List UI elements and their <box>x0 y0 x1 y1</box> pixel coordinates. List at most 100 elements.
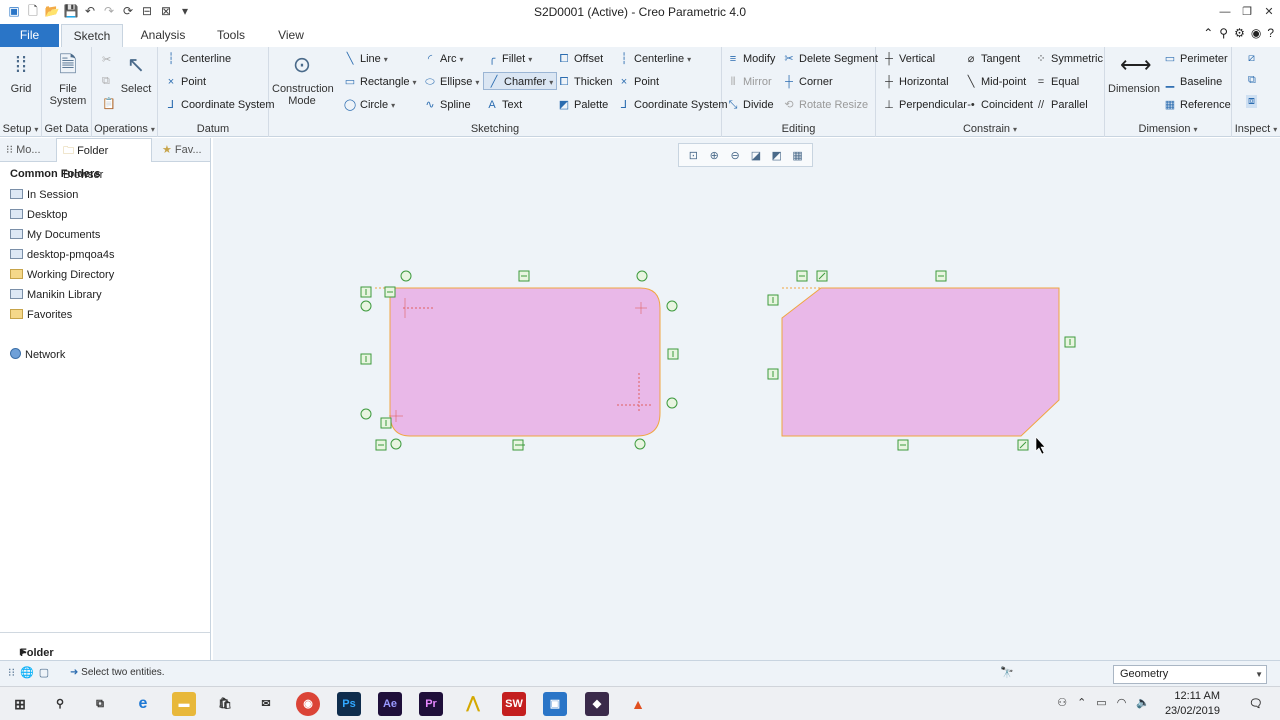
midpoint-constraint-button[interactable]: ╲ Mid-point <box>964 73 1027 91</box>
notifications-icon[interactable]: 🗨 <box>1244 692 1268 716</box>
edge-icon[interactable]: e <box>131 692 155 716</box>
tab-model-tree[interactable]: ⁝⁝ Mo... <box>6 138 52 162</box>
file-explorer-icon[interactable]: ▬ <box>172 692 196 716</box>
find-icon[interactable]: 🔭 <box>1000 666 1014 679</box>
tab-favorites[interactable]: ★ Fav... <box>158 138 208 162</box>
spline-button[interactable]: ∿ Spline <box>423 96 470 114</box>
tab-file[interactable]: File <box>0 24 59 47</box>
list-item-desktop[interactable]: Desktop <box>10 205 206 225</box>
sketch-point-button[interactable]: × Point <box>617 73 659 91</box>
restore-button[interactable]: ❐ <box>1236 0 1258 24</box>
mirror-button[interactable]: ⫴ Mirror <box>726 73 772 91</box>
line-button[interactable]: ╲ Line ▾ <box>343 50 388 68</box>
close-button[interactable]: ✕ <box>1258 0 1280 24</box>
premiere-icon[interactable]: Pr <box>419 692 443 716</box>
help-icon[interactable]: ? <box>1267 26 1274 40</box>
ellipse-button[interactable]: ⬭ Ellipse ▾ <box>423 73 479 91</box>
community-icon[interactable]: ◉ <box>1251 26 1261 40</box>
selection-filter-select[interactable]: Geometry ▼ <box>1113 665 1267 684</box>
folder-tree-toggle[interactable]: ▶ Folder Tree <box>0 632 210 671</box>
divide-button[interactable]: ⤡ Divide <box>726 96 774 114</box>
vertical-constraint-button[interactable]: ┼ Vertical <box>882 50 935 68</box>
minimize-button[interactable]: — <box>1214 0 1236 24</box>
grid-button[interactable]: ⁞⁞ Grid <box>4 51 38 95</box>
tab-sketch[interactable]: Sketch <box>61 24 123 47</box>
volume-icon[interactable]: 🔈 <box>1136 696 1150 709</box>
copy-icon[interactable]: ⧉ <box>102 75 110 88</box>
palette-button[interactable]: ◩ Palette <box>557 96 608 114</box>
list-item-favorites[interactable]: Favorites <box>10 305 206 325</box>
equal-constraint-button[interactable]: = Equal <box>1034 73 1079 91</box>
delete-segment-button[interactable]: ✂ Delete Segment <box>782 50 878 68</box>
tab-view[interactable]: View <box>266 24 316 47</box>
list-item-network[interactable]: Network <box>10 345 206 365</box>
toggle-navigator-icon[interactable]: ⁝⁝ <box>8 666 15 679</box>
text-button[interactable]: A Text <box>485 96 522 114</box>
parallel-constraint-button[interactable]: //Parallel <box>1034 96 1088 114</box>
dimension-button[interactable]: ⟷ Dimension <box>1107 51 1161 95</box>
graphics-area[interactable]: ⊡ ⊕ ⊖ ◪ ◩ ▦ <box>213 138 1280 660</box>
network-tray-icon[interactable]: ▭ <box>1096 696 1106 709</box>
fillet-button[interactable]: ╭ Fillet ▾ <box>485 50 533 68</box>
operations-label[interactable]: Operations ▾ <box>92 123 157 135</box>
list-item-in-session[interactable]: In Session <box>10 185 206 205</box>
modify-button[interactable]: ≡ Modify <box>726 50 776 68</box>
datum-point-button[interactable]: × Point <box>164 73 206 91</box>
matlab-icon[interactable]: ▲ <box>626 692 650 716</box>
start-icon[interactable]: ⊞ <box>8 692 32 716</box>
rotate-resize-button[interactable]: ⟲ Rotate Resize <box>782 96 868 114</box>
sketch-coordinate-system-button[interactable]: ⅃ Coordinate System <box>617 96 728 114</box>
file-system-button[interactable]: 🗎 File System <box>46 51 90 107</box>
corner-button[interactable]: ┼ Corner <box>782 73 833 91</box>
paste-icon[interactable]: 📋 <box>102 97 116 110</box>
list-item-my-documents[interactable]: My Documents <box>10 225 206 245</box>
list-item-computer[interactable]: desktop-pmqoa4s <box>10 245 206 265</box>
store-icon[interactable]: 🛍 <box>213 692 237 716</box>
coincident-constraint-button[interactable]: -• Coincident <box>964 96 1033 114</box>
perimeter-button[interactable]: ▭ Perimeter <box>1163 50 1228 68</box>
settings-icon[interactable]: ⚙ <box>1234 26 1245 40</box>
sketch-canvas[interactable] <box>213 138 1280 660</box>
tab-analysis[interactable]: Analysis <box>130 24 196 47</box>
wifi-icon[interactable]: ◠ <box>1117 696 1127 709</box>
search-icon[interactable]: ⚲ <box>1219 26 1228 40</box>
clock[interactable]: 12:11 AM 23/02/2019 <box>1165 689 1220 719</box>
thicken-button[interactable]: ⧠ Thicken <box>557 73 613 91</box>
offset-button[interactable]: ⧠ Offset <box>557 50 604 68</box>
app-icon[interactable]: ◆ <box>585 692 609 716</box>
task-view-icon[interactable]: ⧉ <box>88 692 112 716</box>
chrome-icon[interactable]: ◉ <box>296 692 320 716</box>
tab-tools[interactable]: Tools <box>205 24 257 47</box>
archicad-icon[interactable]: ⋀ <box>461 692 485 716</box>
after-effects-icon[interactable]: Ae <box>378 692 402 716</box>
overlapping-geometry-icon[interactable]: ⧉ <box>1248 74 1256 87</box>
setup-label[interactable]: Setup ▾ <box>0 123 41 135</box>
shade-closed-loops-icon[interactable]: ⧈ <box>1246 95 1257 108</box>
cut-icon[interactable]: ✂ <box>102 53 111 66</box>
dimension-label[interactable]: Dimension ▾ <box>1105 123 1231 135</box>
search-icon[interactable]: ⚲ <box>48 692 72 716</box>
circle-button[interactable]: ◯ Circle ▾ <box>343 96 395 114</box>
tab-folder-browser[interactable]: 🗀 Folder Browser <box>56 138 152 181</box>
list-item-manikin-library[interactable]: Manikin Library <box>10 285 206 305</box>
solidworks-icon[interactable]: SW <box>502 692 526 716</box>
chevron-up-icon[interactable]: ⌃ <box>1077 696 1086 709</box>
mail-icon[interactable]: ✉ <box>254 692 278 716</box>
sketch-centerline-button[interactable]: ┆ Centerline ▾ <box>617 50 691 68</box>
perpendicular-constraint-button[interactable]: ⊥ Perpendicular <box>882 96 967 114</box>
minimize-ribbon-icon[interactable]: ⌃ <box>1203 26 1213 40</box>
chamfer-button[interactable]: ╱ Chamfer ▾ <box>483 72 558 90</box>
baseline-button[interactable]: ▁ Baseline <box>1163 73 1222 91</box>
arc-button[interactable]: ◜ Arc ▾ <box>423 50 464 68</box>
constrain-label[interactable]: Constrain ▾ <box>876 123 1104 135</box>
select-button[interactable]: ↖ Select <box>118 51 154 95</box>
datum-coordinate-system-button[interactable]: ⅃ Coordinate System <box>164 96 275 114</box>
creo-taskbar-icon[interactable]: ▣ <box>543 692 567 716</box>
tangent-constraint-button[interactable]: ⌀ Tangent <box>964 50 1020 68</box>
rectangle-button[interactable]: ▭ Rectangle ▾ <box>343 73 417 91</box>
photoshop-icon[interactable]: Ps <box>337 692 361 716</box>
full-screen-icon[interactable]: ▢ <box>39 666 49 679</box>
people-icon[interactable]: ⚇ <box>1057 696 1067 709</box>
horizontal-constraint-button[interactable]: ┼ Horizontal <box>882 73 948 91</box>
symmetric-constraint-button[interactable]: ⁘ Symmetric <box>1034 50 1103 68</box>
